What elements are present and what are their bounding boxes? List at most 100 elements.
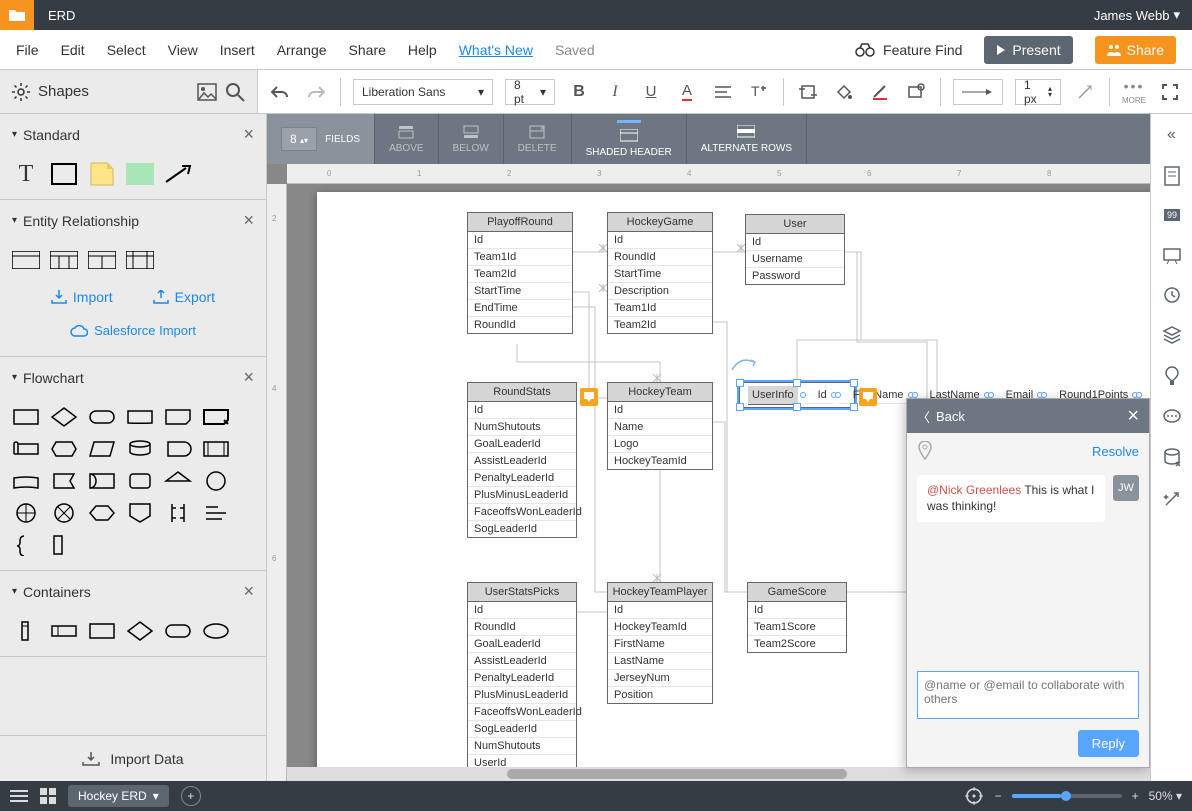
table-header[interactable]: HockeyTeam — [608, 383, 712, 402]
close-icon[interactable]: × — [243, 124, 254, 145]
flowchart-shape-0[interactable] — [12, 406, 40, 428]
table-row[interactable]: RoundId — [468, 317, 572, 333]
flowchart-shape-5[interactable] — [202, 406, 230, 428]
table-header[interactable]: PlayoffRound — [468, 213, 572, 232]
table-row[interactable]: RoundId — [608, 249, 712, 266]
erd-below[interactable]: BELOW — [439, 114, 504, 164]
menu-arrange[interactable]: Arrange — [277, 42, 327, 58]
flowchart-shape-7[interactable] — [50, 438, 78, 460]
menu-whats-new[interactable]: What's New — [459, 42, 533, 58]
table-row[interactable]: JerseyNum — [608, 670, 712, 687]
table-row[interactable]: GoalLeaderId — [468, 636, 576, 653]
search-icon[interactable] — [225, 82, 245, 102]
menu-view[interactable]: View — [168, 42, 198, 58]
shape-note[interactable] — [88, 163, 116, 185]
grid-view-icon[interactable] — [40, 788, 56, 804]
rail-magic-icon[interactable] — [1163, 490, 1181, 508]
flowchart-shape-11[interactable] — [202, 438, 230, 460]
erd-shape-1[interactable] — [12, 249, 40, 271]
container-shape-5[interactable] — [202, 620, 230, 642]
table-row[interactable]: GoalLeaderId — [468, 436, 576, 453]
italic-button[interactable]: I — [603, 80, 627, 104]
container-shape-3[interactable] — [126, 620, 154, 642]
table-row[interactable]: Team2Score — [748, 636, 846, 652]
flowchart-shape-17[interactable] — [202, 470, 230, 492]
table-row[interactable]: Logo — [608, 436, 712, 453]
table-RoundStats[interactable]: RoundStatsIdNumShutoutsGoalLeaderIdAssis… — [467, 382, 577, 538]
close-icon[interactable]: × — [243, 367, 254, 388]
table-UserInfo[interactable]: UserInfoIdFirstNameLastNameEmailRound1Po… — [739, 382, 855, 408]
table-PlayoffRound[interactable]: PlayoffRoundIdTeam1IdTeam2IdStartTimeEnd… — [467, 212, 573, 334]
close-icon[interactable]: × — [243, 581, 254, 602]
flowchart-shape-14[interactable] — [88, 470, 116, 492]
shape-block[interactable] — [126, 163, 154, 185]
table-row[interactable]: Password — [746, 268, 844, 284]
table-HockeyTeam[interactable]: HockeyTeamIdNameLogoHockeyTeamId — [607, 382, 713, 470]
add-page-button[interactable]: + — [181, 786, 201, 806]
shape-rect[interactable] — [50, 163, 78, 185]
flowchart-shape-8[interactable] — [88, 438, 116, 460]
table-row[interactable]: StartTime — [608, 266, 712, 283]
doc-title[interactable]: ERD — [34, 8, 75, 23]
erd-above[interactable]: ABOVE — [375, 114, 438, 164]
flowchart-shape-23[interactable] — [202, 502, 230, 524]
import-data-button[interactable]: Import Data — [0, 735, 266, 781]
table-row[interactable]: Description — [608, 283, 712, 300]
fullscreen-button[interactable] — [1158, 80, 1182, 104]
text-color-button[interactable]: A — [675, 80, 699, 104]
table-row[interactable]: FaceoffsWonLeaderId — [468, 504, 576, 521]
table-row[interactable]: NumShutouts — [468, 738, 576, 755]
flowchart-shape-9[interactable] — [126, 438, 154, 460]
font-select[interactable]: Liberation Sans▾ — [353, 79, 493, 105]
table-HockeyTeamPlayer[interactable]: HockeyTeamPlayerIdHockeyTeamIdFirstNameL… — [607, 582, 713, 704]
resolve-button[interactable]: Resolve — [1092, 444, 1139, 459]
table-row[interactable]: EndTime — [468, 300, 572, 317]
table-row[interactable]: StartTime — [468, 283, 572, 300]
align-button[interactable] — [711, 80, 735, 104]
rail-layers-icon[interactable] — [1163, 326, 1181, 344]
flowchart-shape-10[interactable] — [164, 438, 192, 460]
reply-button[interactable]: Reply — [1078, 730, 1139, 757]
table-row[interactable]: AssistLeaderId — [468, 453, 576, 470]
table-row[interactable]: Id — [608, 602, 712, 619]
container-shape-0[interactable] — [12, 620, 40, 642]
category-containers[interactable]: ▾Containers× — [0, 571, 266, 612]
erd-shape-2[interactable] — [50, 249, 78, 271]
menu-insert[interactable]: Insert — [220, 42, 255, 58]
table-header[interactable]: User — [746, 215, 844, 234]
line-style-select[interactable] — [953, 79, 1003, 105]
comment-tag-icon[interactable] — [580, 388, 598, 406]
flowchart-shape-6[interactable] — [12, 438, 40, 460]
flowchart-shape-12[interactable] — [12, 470, 40, 492]
zoom-out-button[interactable]: − — [995, 789, 1002, 803]
rail-comment-icon[interactable]: 99 — [1163, 208, 1181, 224]
erd-shape-3[interactable] — [88, 249, 116, 271]
rail-history-icon[interactable] — [1163, 286, 1181, 304]
category-standard[interactable]: ▾Standard× — [0, 114, 266, 155]
table-header[interactable]: RoundStats — [468, 383, 576, 402]
table-row[interactable]: FirstName — [608, 636, 712, 653]
container-shape-1[interactable] — [50, 620, 78, 642]
target-icon[interactable] — [965, 787, 983, 805]
container-shape-2[interactable] — [88, 620, 116, 642]
table-UserStatsPicks[interactable]: UserStatsPicksIdRoundIdGoalLeaderIdAssis… — [467, 582, 577, 772]
pin-icon[interactable] — [917, 441, 933, 461]
table-row[interactable]: Team1Id — [608, 300, 712, 317]
list-view-icon[interactable] — [10, 789, 28, 803]
crop-button[interactable] — [796, 80, 820, 104]
table-User[interactable]: UserIdUsernamePassword — [745, 214, 845, 285]
comment-tag-icon[interactable] — [859, 388, 877, 406]
import-button[interactable]: Import — [51, 289, 113, 305]
table-HockeyGame[interactable]: HockeyGameIdRoundIdStartTimeDescriptionT… — [607, 212, 713, 334]
zoom-slider[interactable] — [1012, 794, 1122, 798]
menu-share[interactable]: Share — [349, 42, 386, 58]
erd-shape-4[interactable] — [126, 249, 154, 271]
flowchart-shape-24[interactable] — [12, 534, 40, 556]
back-button[interactable]: 〈Back — [917, 407, 965, 426]
share-button[interactable]: Share — [1095, 36, 1176, 64]
table-header[interactable]: HockeyGame — [608, 213, 712, 232]
flowchart-shape-13[interactable] — [50, 470, 78, 492]
line-options-button[interactable] — [1073, 80, 1097, 104]
table-row[interactable]: SogLeaderId — [468, 521, 576, 537]
rail-paint-icon[interactable] — [1163, 366, 1181, 386]
